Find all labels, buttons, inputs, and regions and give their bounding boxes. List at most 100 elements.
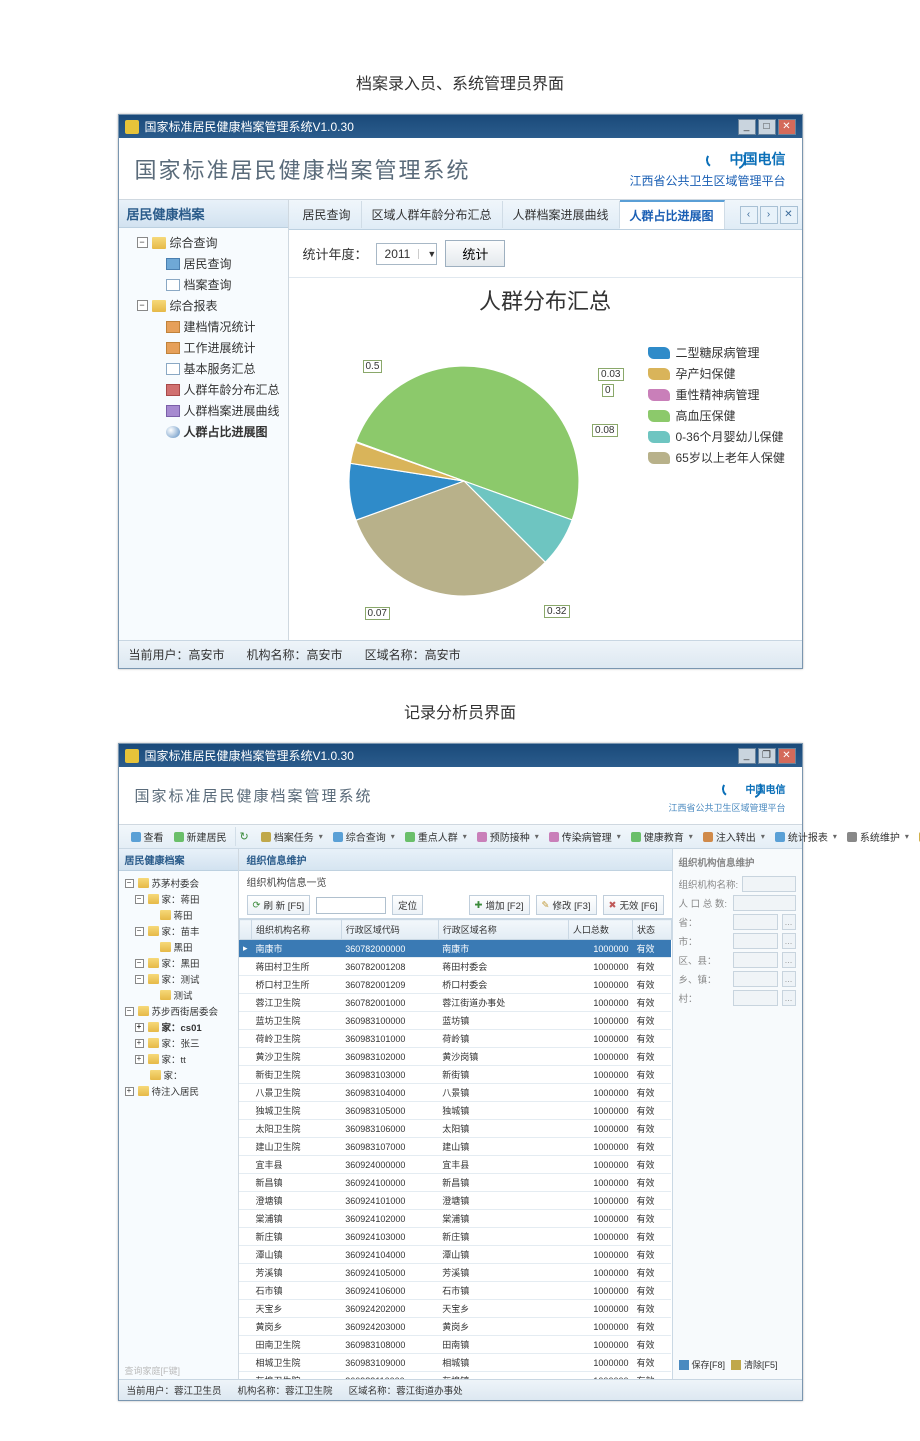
clear-button[interactable]: 清除[F5] (731, 1358, 778, 1371)
toolbar-健康教育[interactable]: 健康教育 (627, 827, 697, 846)
toolbar-注入转出[interactable]: 注入转出 (699, 827, 769, 846)
disable-button[interactable]: ✖无效 [F6] (603, 895, 664, 915)
table-row[interactable]: 太阳卫生院360983106000太阳镇1000000有效 (239, 1120, 671, 1138)
table-row[interactable]: 棠浦镇360924102000棠浦镇1000000有效 (239, 1210, 671, 1228)
refresh-button[interactable]: ↻ (236, 828, 253, 845)
field-input[interactable] (733, 914, 778, 930)
table-row[interactable]: 新街卫生院360983103000新街镇1000000有效 (239, 1066, 671, 1084)
minimize-button[interactable]: _ (738, 748, 756, 764)
tree-group-report[interactable]: −综合报表 (133, 295, 288, 316)
table-row[interactable]: 黄岗乡360924203000黄岗乡1000000有效 (239, 1318, 671, 1336)
table-row[interactable]: 八景卫生院360983104000八景镇1000000有效 (239, 1084, 671, 1102)
toolbar-档案任务[interactable]: 档案任务 (257, 827, 327, 846)
tree-item[interactable]: +家：tt (133, 1051, 238, 1067)
year-select[interactable]: 2011 ▼ (376, 243, 438, 265)
toolbar-传染病管理[interactable]: 传染病管理 (545, 827, 625, 846)
minimize-button[interactable]: _ (738, 119, 756, 135)
toolbar-修改密码[interactable]: 修改密码 (915, 827, 920, 846)
table-row[interactable]: 桥口村卫生所360782001209桥口村委会1000000有效 (239, 976, 671, 994)
toolbar-新建居民[interactable]: 新建居民 (170, 827, 231, 846)
table-row[interactable]: 相城卫生院360983109000相城镇1000000有效 (239, 1354, 671, 1372)
tree-item[interactable]: −苏茅村委会 (123, 875, 238, 891)
table-row[interactable]: 澄塘镇360924101000澄塘镇1000000有效 (239, 1192, 671, 1210)
toolbar-系统维护[interactable]: 系统维护 (843, 827, 913, 846)
tree-item-archive-query[interactable]: 档案查询 (147, 274, 288, 295)
picker-button[interactable]: … (782, 933, 796, 949)
data-grid[interactable]: 组织机构名称行政区域代码行政区域名称人口总数状态▸南康市360782000000… (239, 918, 672, 1379)
tree-item[interactable]: +家：张三 (133, 1035, 238, 1051)
tree-item[interactable]: 蒋田 (143, 907, 238, 923)
tab-progress-curve[interactable]: 人群档案进展曲线 (503, 201, 620, 228)
table-row[interactable]: 潭山镇360924104000潭山镇1000000有效 (239, 1246, 671, 1264)
col-header[interactable]: 人口总数 (568, 920, 632, 940)
toolbar-统计报表[interactable]: 统计报表 (771, 827, 841, 846)
field-input[interactable] (742, 876, 795, 892)
table-row[interactable]: 蓝坊卫生院360983100000蓝坊镇1000000有效 (239, 1012, 671, 1030)
close-button[interactable]: ✕ (778, 748, 796, 764)
tree-item[interactable]: 家： (133, 1067, 238, 1083)
tab-close-button[interactable]: ✕ (780, 206, 798, 224)
picker-button[interactable]: … (782, 914, 796, 930)
table-row[interactable]: 灰埠卫生院360983110000灰埠镇1000000有效 (239, 1372, 671, 1380)
field-input[interactable] (733, 990, 778, 1006)
col-header[interactable]: 行政区域名称 (438, 920, 568, 940)
table-row[interactable]: 独城卫生院360983105000独城镇1000000有效 (239, 1102, 671, 1120)
tree-item-age-dist[interactable]: 人群年龄分布汇总 (147, 379, 288, 400)
tab-next-button[interactable]: › (760, 206, 778, 224)
locate-button[interactable]: 定位 (392, 895, 423, 915)
picker-button[interactable]: … (782, 971, 796, 987)
table-row[interactable]: 新庄镇360924103000新庄镇1000000有效 (239, 1228, 671, 1246)
toolbar-综合查询[interactable]: 综合查询 (329, 827, 399, 846)
tree-item-archiving-stat[interactable]: 建档情况统计 (147, 316, 288, 337)
table-row[interactable]: 蓉江卫生院360782001000蓉江街道办事处1000000有效 (239, 994, 671, 1012)
tree-item[interactable]: 测试 (143, 987, 238, 1003)
table-row[interactable]: 宜丰县360924000000宜丰县1000000有效 (239, 1156, 671, 1174)
table-row[interactable]: 荷岭卫生院360983101000荷岭镇1000000有效 (239, 1030, 671, 1048)
modify-button[interactable]: ✎修改 [F3] (536, 895, 597, 915)
picker-button[interactable]: … (782, 952, 796, 968)
toolbar-重点人群[interactable]: 重点人群 (401, 827, 471, 846)
table-row[interactable]: 新昌镇360924100000新昌镇1000000有效 (239, 1174, 671, 1192)
tree-item[interactable]: −家：蒋田 (133, 891, 238, 907)
table-row[interactable]: 建山卫生院360983107000建山镇1000000有效 (239, 1138, 671, 1156)
tree-item[interactable]: −家：测试 (133, 971, 238, 987)
tree-item[interactable]: 黑田 (143, 939, 238, 955)
field-input[interactable] (733, 952, 778, 968)
restore-button[interactable]: ❐ (758, 748, 776, 764)
tree-item[interactable]: −家：黑田 (133, 955, 238, 971)
table-row[interactable]: 芳溪镇360924105000芳溪镇1000000有效 (239, 1264, 671, 1282)
tab-ratio-chart[interactable]: 人群占比进展图 (620, 200, 725, 229)
tree-group-query[interactable]: −综合查询 (133, 232, 288, 253)
tab-age-dist[interactable]: 区域人群年龄分布汇总 (362, 201, 503, 228)
tab-prev-button[interactable]: ‹ (740, 206, 758, 224)
field-input[interactable] (733, 933, 778, 949)
table-row[interactable]: 黄沙卫生院360983102000黄沙岗镇1000000有效 (239, 1048, 671, 1066)
col-header[interactable]: 行政区域代码 (341, 920, 438, 940)
table-row[interactable]: ▸南康市360782000000南康市1000000有效 (239, 940, 671, 958)
table-row[interactable]: 天宝乡360924202000天宝乡1000000有效 (239, 1300, 671, 1318)
add-button[interactable]: ✚增加 [F2] (469, 895, 530, 915)
refresh-button[interactable]: ⟳刷 新 [F5] (247, 895, 311, 915)
table-row[interactable]: 田南卫生院360983108000田南镇1000000有效 (239, 1336, 671, 1354)
tree-item-progress-curve[interactable]: 人群档案进展曲线 (147, 400, 288, 421)
field-input[interactable] (733, 971, 778, 987)
tree-item-resident-query[interactable]: 居民查询 (147, 253, 288, 274)
tree-item-progress-stat[interactable]: 工作进展统计 (147, 337, 288, 358)
mid-tab[interactable]: 组织信息维护 (239, 849, 672, 871)
picker-button[interactable]: … (782, 990, 796, 1006)
save-button[interactable]: 保存[F8] (679, 1358, 726, 1371)
close-button[interactable]: ✕ (778, 119, 796, 135)
tree-item-service-summary[interactable]: 基本服务汇总 (147, 358, 288, 379)
tree-item[interactable]: −家：苗丰 (133, 923, 238, 939)
toolbar-预防接种[interactable]: 预防接种 (473, 827, 543, 846)
field-input[interactable] (733, 895, 796, 911)
col-header[interactable]: 组织机构名称 (252, 920, 342, 940)
table-row[interactable]: 蒋田村卫生所360782001208蒋田村委会1000000有效 (239, 958, 671, 976)
stat-button[interactable]: 统计 (445, 240, 505, 267)
locate-input[interactable] (316, 897, 386, 914)
maximize-button[interactable]: □ (758, 119, 776, 135)
table-row[interactable]: 石市镇360924106000石市镇1000000有效 (239, 1282, 671, 1300)
tab-resident-query[interactable]: 居民查询 (293, 201, 362, 228)
tree-item[interactable]: −苏步西街居委会 (123, 1003, 238, 1019)
tree-item-ratio-chart[interactable]: 人群占比进展图 (147, 421, 288, 442)
